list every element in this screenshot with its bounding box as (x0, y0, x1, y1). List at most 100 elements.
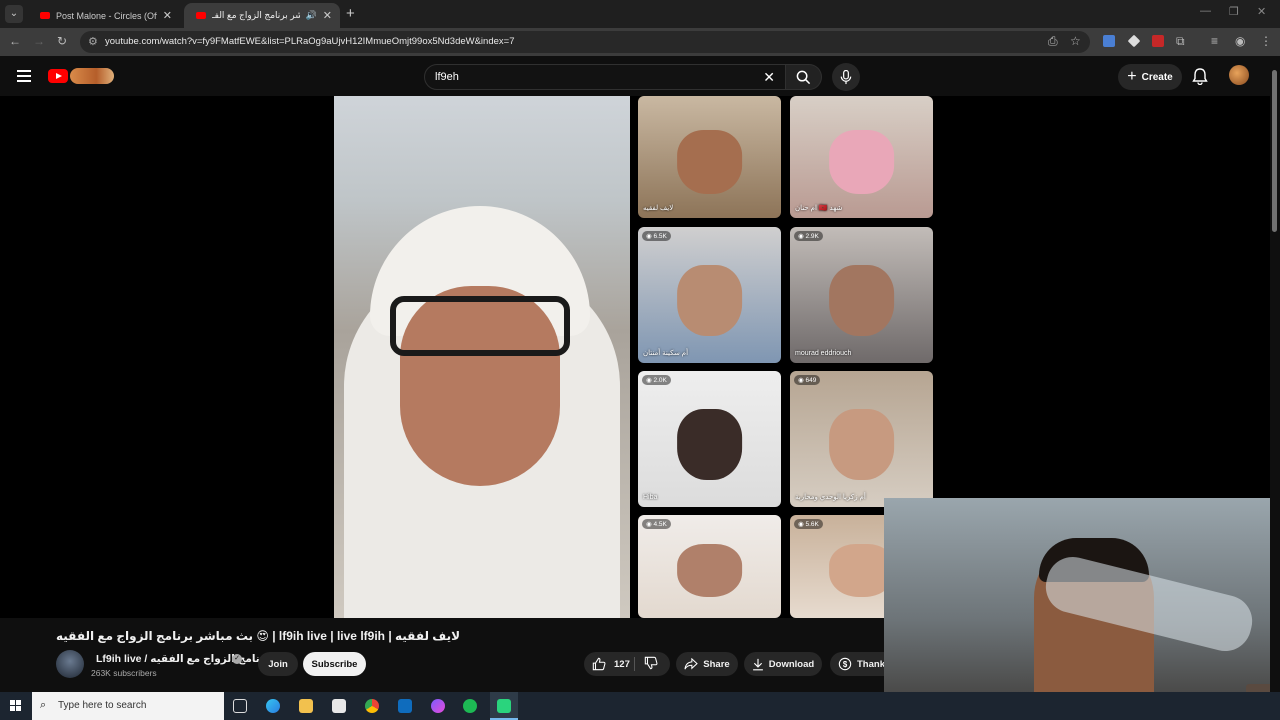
url-text: youtube.com/watch?v=fy9FMatfEWE&list=PLR… (105, 36, 515, 47)
back-icon[interactable]: ← (9, 34, 21, 48)
browser-menu-icon[interactable]: ⋮ (1260, 34, 1272, 48)
file-explorer-icon[interactable] (299, 699, 313, 713)
tab-post-malone[interactable]: Post Malone - Circles (Official M ✕ (28, 3, 180, 28)
browser-toolbar: ← → ↻ ⚙ youtube.com/watch?v=fy9FMatfEWE&… (0, 28, 1280, 56)
translate-extension-icon[interactable] (1103, 35, 1115, 47)
live-grid-tile: لايف لفقيه (638, 96, 781, 218)
participant-name: mourad eddriouch (795, 350, 852, 357)
notifications-bell-icon[interactable] (1192, 68, 1208, 85)
plus-icon: + (1127, 68, 1137, 85)
search-button[interactable] (786, 64, 822, 90)
webcam-overlay: x2 (884, 498, 1280, 720)
verified-check-icon: ✓ (232, 654, 242, 664)
participant-name: أم زكريا الوحدي ومحاربة (795, 494, 866, 501)
tab-title: Post Malone - Circles (Official M (56, 10, 157, 21)
subscribe-button[interactable]: Subscribe (303, 652, 366, 676)
youtube-masthead: lf9eh ✕ + Create (0, 56, 1280, 96)
svg-text:$: $ (843, 660, 848, 669)
thumbs-up-icon (592, 657, 606, 671)
share-button[interactable]: Share (676, 652, 738, 676)
new-tab-icon[interactable]: + (346, 5, 355, 22)
join-button[interactable]: Join (258, 652, 298, 676)
address-bar[interactable]: ⚙ youtube.com/watch?v=fy9FMatfEWE&list=P… (80, 31, 1090, 53)
tab-current-video[interactable]: بث مباشر برنامج الزواج مع الفـ 🔊 ✕ (184, 3, 340, 28)
task-view-icon[interactable] (233, 699, 247, 713)
account-avatar[interactable] (1229, 65, 1249, 85)
viewer-count: ◉ 4.5K (642, 519, 671, 529)
chrome-icon[interactable] (365, 699, 379, 713)
share-icon (684, 658, 699, 670)
page-scrollbar[interactable] (1270, 56, 1280, 692)
install-app-icon[interactable]: ⎙ (1048, 34, 1058, 49)
store-icon[interactable] (332, 699, 346, 713)
thanks-dollar-icon: $ (838, 657, 852, 671)
tab-search-icon[interactable]: ⌄ (5, 5, 23, 23)
search-icon: ⌕ (40, 699, 47, 711)
viewer-count: ◉ 2.9K (794, 231, 823, 241)
edge-icon[interactable] (266, 699, 280, 713)
live-grid-tile: ◉ 649 أم زكريا الوحدي ومحاربة (790, 371, 933, 507)
microphone-icon (840, 69, 852, 84)
search-icon (796, 70, 811, 84)
participant-name: Hiba (643, 494, 658, 501)
subscriber-count: 263K subscribers (91, 668, 157, 678)
youtube-doodle-icon[interactable] (70, 68, 114, 84)
youtube-favicon-icon (196, 12, 206, 19)
menu-icon[interactable] (17, 70, 31, 82)
extension-diamond-icon[interactable] (1127, 34, 1141, 48)
download-label: Download (768, 658, 815, 670)
taskbar-search-input[interactable]: ⌕ Type here to search (32, 692, 224, 720)
youtube-logo-icon[interactable] (48, 69, 68, 83)
minimize-icon[interactable]: — (1200, 5, 1211, 17)
download-icon (752, 658, 763, 670)
viewer-count: ◉ 6.5K (642, 231, 671, 241)
channel-name[interactable]: Lf9ih live / برنامج الزواج مع الفقيه (96, 653, 270, 665)
app-purple-icon[interactable] (431, 699, 445, 713)
active-app-icon (497, 699, 511, 713)
clear-search-icon[interactable]: ✕ (763, 69, 775, 86)
windows-taskbar: ⌕ Type here to search (0, 692, 1280, 720)
main-video-feed (334, 96, 630, 618)
share-label: Share (703, 658, 730, 670)
live-grid-tile: ◉ 4.5K (638, 515, 781, 618)
voice-search-button[interactable] (832, 63, 860, 91)
audio-icon[interactable]: 🔊 (306, 10, 317, 21)
profile-icon[interactable]: ◉ (1235, 34, 1245, 48)
thumbs-down-icon[interactable] (644, 656, 658, 670)
download-button[interactable]: Download (744, 652, 822, 676)
spotify-icon[interactable] (463, 699, 477, 713)
create-label: Create (1141, 71, 1173, 83)
participant-name: لايف لفقيه (643, 205, 674, 212)
youtube-favicon-icon (40, 12, 50, 19)
bookmark-star-icon[interactable]: ☆ (1070, 34, 1081, 48)
channel-avatar[interactable] (56, 650, 84, 678)
screen: ⌄ Post Malone - Circles (Official M ✕ بث… (0, 0, 1280, 720)
extension-red-icon[interactable] (1152, 35, 1164, 47)
like-button[interactable]: 127 (584, 652, 670, 676)
create-button[interactable]: + Create (1118, 64, 1182, 90)
tab-close-icon[interactable]: ✕ (323, 9, 332, 22)
like-count: 127 (614, 658, 630, 670)
search-input[interactable]: lf9eh ✕ (424, 64, 786, 90)
live-grid-tile: ◉ 2.9K mourad eddriouch (790, 227, 933, 363)
close-window-icon[interactable]: ✕ (1257, 5, 1266, 18)
participant-name: أم سكينة أمنتان (643, 350, 689, 357)
taskbar-search-placeholder: Type here to search (58, 700, 147, 711)
taskbar-active-app[interactable] (490, 692, 518, 720)
forward-icon[interactable]: → (33, 34, 45, 48)
site-info-icon[interactable]: ⚙ (88, 35, 98, 48)
outlook-icon[interactable] (398, 699, 412, 713)
scrollbar-thumb[interactable] (1272, 70, 1277, 232)
viewer-count: ◉ 2.0K (642, 375, 671, 385)
search-query: lf9eh (435, 71, 459, 83)
viewer-count: ◉ 649 (794, 375, 821, 385)
viewer-count: ◉ 5.6K (794, 519, 823, 529)
reload-icon[interactable]: ↻ (57, 34, 67, 48)
participant-name: ام حنان 🇲🇦 شهد (795, 205, 843, 212)
media-controls-icon[interactable]: ≡ (1211, 34, 1218, 48)
tab-close-icon[interactable]: ✕ (163, 9, 172, 22)
restore-icon[interactable]: ❐ (1229, 5, 1239, 18)
extensions-puzzle-icon[interactable]: ⧉ (1176, 34, 1185, 49)
live-grid-tile: ام حنان 🇲🇦 شهد (790, 96, 933, 218)
windows-start-icon[interactable] (10, 700, 22, 712)
